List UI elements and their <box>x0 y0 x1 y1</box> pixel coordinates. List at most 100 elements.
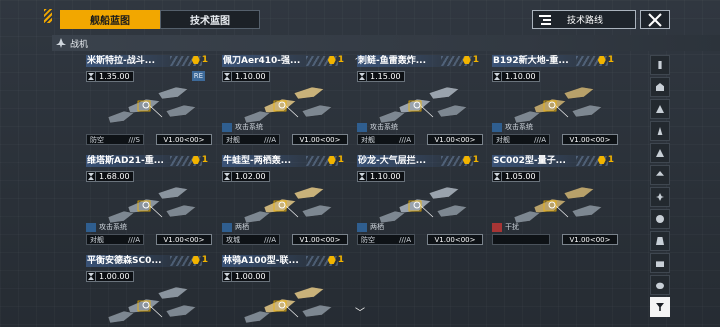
system-tag: 攻击系统 <box>222 122 263 132</box>
version-field: V1.00<00> <box>156 234 212 245</box>
carrier-icon <box>658 61 662 69</box>
tech-route-label: 技术路线 <box>567 16 604 26</box>
ship-illustration <box>236 177 340 229</box>
role-grade: ///A <box>264 235 276 244</box>
rail-button[interactable] <box>650 253 670 273</box>
blueprint-card[interactable]: SC002型-量子... 1 1.05.00 干扰 V1.00<00> <box>492 155 618 245</box>
blueprint-card[interactable]: 米斯特拉-战斗... 1 1.35.00 RE 防空 ///S V1.00<00… <box>86 55 212 145</box>
role-field: 防空 ///S <box>86 134 144 145</box>
squadron-icon <box>656 215 664 223</box>
hourglass-icon <box>222 71 232 82</box>
role-label: 防空 <box>90 135 104 144</box>
role-field: 对舰 ///A <box>357 134 415 145</box>
system-icon <box>86 222 96 232</box>
system-tag: 攻击系统 <box>86 222 127 232</box>
role-grade: ///A <box>534 135 546 144</box>
role-label: 对舰 <box>226 135 240 144</box>
version-field: V1.00<00> <box>562 234 618 245</box>
system-icon <box>492 222 502 232</box>
tab-tech-blueprint[interactable]: 技术蓝图 <box>160 10 260 29</box>
blueprint-card[interactable]: 牛蛙型-两栖轰... 1 1.02.00 两栖 攻城 ///A V1.00<00… <box>222 155 348 245</box>
version-field: V1.00<00> <box>292 134 348 145</box>
version-field: V1.00<00> <box>156 134 212 145</box>
blueprint-count: 1 <box>462 55 479 65</box>
version-field: V1.00<00> <box>427 134 483 145</box>
card-footer: 对舰 ///A V1.00<00> <box>357 134 483 145</box>
blueprint-count-value: 1 <box>337 55 344 65</box>
system-tag: 干扰 <box>492 222 519 232</box>
ship-class-rail <box>650 55 670 319</box>
system-icon <box>222 222 232 232</box>
list-icon <box>539 14 551 25</box>
blueprint-count-value: 1 <box>201 255 208 265</box>
rail-button[interactable] <box>650 77 670 97</box>
tab-ship-blueprint[interactable]: 舰船蓝图 <box>60 10 160 29</box>
rail-button[interactable] <box>650 231 670 251</box>
rail-button[interactable] <box>650 121 670 141</box>
blueprint-chip-icon <box>597 56 606 64</box>
top-bar: 舰船蓝图 技术蓝图 技术路线 <box>0 0 720 32</box>
category-label: 战机 <box>70 39 89 50</box>
fighter-class-icon <box>656 193 664 201</box>
battleship-icon <box>656 83 664 91</box>
scroll-down-chevron-icon[interactable]: ﹀ <box>355 309 365 319</box>
role-field: 防空 ///A <box>357 234 415 245</box>
fighter-icon <box>56 38 66 48</box>
version-field: V1.00<00> <box>562 134 618 145</box>
hourglass-icon <box>86 271 96 282</box>
blueprint-card[interactable]: 平衡安德森SC0... 1 1.00.00 <box>86 255 212 327</box>
dome-icon <box>656 282 664 289</box>
blueprint-card[interactable]: 砂龙-大气层拦... 1 1.10.00 两栖 防空 ///A V1.00<00… <box>357 155 483 245</box>
hourglass-icon <box>222 171 232 182</box>
role-grade: ///A <box>399 235 411 244</box>
rail-button[interactable] <box>650 165 670 185</box>
blueprint-chip-icon <box>327 256 336 264</box>
blueprint-card[interactable]: 刺鲢-鱼雷轰炸... 1 1.15.00 攻击系统 对舰 ///A V1.00<… <box>357 55 483 145</box>
hangar-icon <box>656 237 664 245</box>
blueprint-card[interactable]: 林鸮A100型-联... 1 1.00.00 <box>222 255 348 327</box>
rail-button[interactable] <box>650 55 670 75</box>
role-label: 对舰 <box>90 235 104 244</box>
blueprint-count: 1 <box>462 155 479 165</box>
blueprint-card[interactable]: 佩刀Aer410-强... 1 1.10.00 攻击系统 对舰 ///A V1.… <box>222 55 348 145</box>
rail-button[interactable] <box>650 99 670 119</box>
blueprint-card[interactable]: B192新大地-重... 1 1.10.00 攻击系统 对舰 ///A V1.0… <box>492 55 618 145</box>
role-field: 攻城 ///A <box>222 234 280 245</box>
blueprint-count: 1 <box>327 55 344 65</box>
blueprint-card[interactable]: 维塔斯AD21-重... 1 1.68.00 攻击系统 对舰 ///A V1.0… <box>86 155 212 245</box>
system-icon <box>492 122 502 132</box>
blueprint-count: 1 <box>191 255 208 265</box>
card-footer: 防空 ///S V1.00<00> <box>86 134 212 145</box>
role-grade: ///S <box>128 135 140 144</box>
rail-button[interactable] <box>650 275 670 295</box>
card-footer: 对舰 ///A V1.00<00> <box>222 134 348 145</box>
blueprint-chip-icon <box>327 56 336 64</box>
category-header: 战机 <box>52 35 720 51</box>
hourglass-icon <box>357 71 367 82</box>
rail-button[interactable] <box>650 209 670 229</box>
system-label: 攻击系统 <box>99 223 127 231</box>
system-label: 两栖 <box>235 223 249 231</box>
version-field: V1.00<00> <box>427 234 483 245</box>
close-button[interactable] <box>640 10 670 29</box>
rail-button[interactable] <box>650 143 670 163</box>
tech-route-button[interactable]: 技术路线 <box>532 10 636 29</box>
blueprint-count: 1 <box>597 55 614 65</box>
frigate-icon <box>656 149 664 157</box>
system-tag: 两栖 <box>222 222 249 232</box>
blueprint-chip-icon <box>191 156 200 164</box>
hourglass-icon <box>86 71 96 82</box>
rail-button[interactable] <box>650 297 670 317</box>
role-field: 对舰 ///A <box>492 134 550 145</box>
blueprint-count: 1 <box>327 155 344 165</box>
role-label: 防空 <box>361 235 375 244</box>
role-label: 攻城 <box>226 235 240 244</box>
blueprint-chip-icon <box>462 56 471 64</box>
blueprint-chip-icon <box>462 156 471 164</box>
blueprint-tabs: 舰船蓝图 技术蓝图 <box>60 10 260 29</box>
blueprint-chip-icon <box>597 156 606 164</box>
hourglass-icon <box>492 171 502 182</box>
rail-button[interactable] <box>650 187 670 207</box>
system-icon <box>357 222 367 232</box>
ship-illustration <box>371 177 475 229</box>
